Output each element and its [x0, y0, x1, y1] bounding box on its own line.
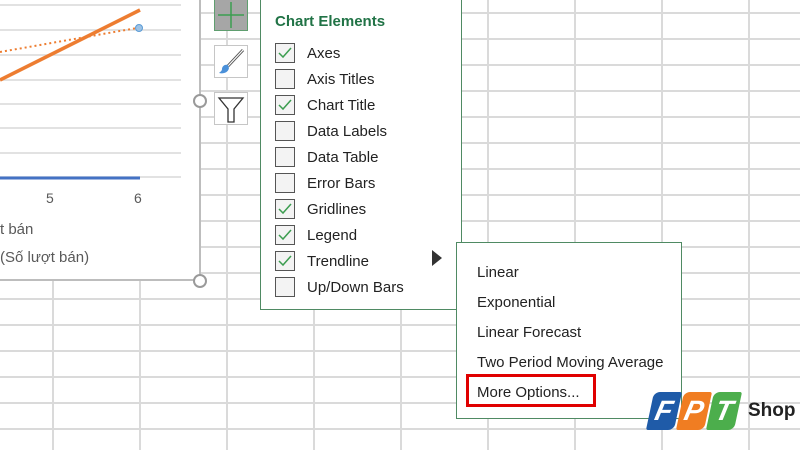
- checkbox[interactable]: [275, 173, 295, 193]
- chart-element-axis-titles[interactable]: Axis Titles: [275, 68, 375, 90]
- chart-element-error-bars[interactable]: Error Bars: [275, 172, 375, 194]
- chart-elements-button[interactable]: [214, 0, 248, 31]
- legend-entry[interactable]: t bán: [0, 221, 33, 238]
- chart-element-chart-title[interactable]: Chart Title: [275, 94, 375, 116]
- checkbox-label: Up/Down Bars: [307, 278, 404, 296]
- checkbox-label: Data Labels: [307, 122, 388, 140]
- menu-item-exponential[interactable]: Exponential: [477, 294, 555, 311]
- chart-element-axes[interactable]: Axes: [275, 42, 340, 64]
- logo-letter: T: [705, 392, 743, 430]
- checkbox-label: Trendline: [307, 252, 369, 270]
- checkbox[interactable]: [275, 199, 295, 219]
- checkbox[interactable]: [275, 43, 295, 63]
- checkmark-icon: [278, 99, 292, 111]
- x-tick-label: 6: [134, 190, 142, 206]
- chart-area[interactable]: 5 6 t bán (Số lượt bán): [0, 0, 201, 281]
- panel-title: Chart Elements: [275, 13, 386, 30]
- menu-item-moving-average[interactable]: Two Period Moving Average: [477, 354, 664, 371]
- checkbox-label: Legend: [307, 226, 358, 244]
- checkmark-icon: [278, 203, 292, 215]
- chart-styles-button[interactable]: [214, 45, 248, 78]
- checkbox-label: Chart Title: [307, 96, 376, 114]
- menu-item-linear[interactable]: Linear: [477, 264, 519, 281]
- plus-icon: [218, 1, 244, 28]
- funnel-icon: [217, 96, 245, 123]
- checkbox[interactable]: [275, 121, 295, 141]
- chart-filters-button[interactable]: [214, 92, 248, 125]
- series-orange-line: [0, 8, 141, 82]
- x-tick-label: 5: [46, 190, 54, 206]
- fpt-shop-logo: F P T Shop: [645, 392, 796, 430]
- checkbox[interactable]: [275, 69, 295, 89]
- resize-handle[interactable]: [193, 274, 207, 288]
- chart-element-data-labels[interactable]: Data Labels: [275, 120, 387, 142]
- chart-element-trendline[interactable]: Trendline: [275, 250, 369, 272]
- selected-point-marker: [135, 24, 143, 32]
- legend-entry[interactable]: (Số lượt bán): [0, 249, 89, 266]
- chart-element-data-table[interactable]: Data Table: [275, 146, 378, 168]
- plot-area: [0, 4, 181, 180]
- checkmark-icon: [278, 229, 292, 241]
- checkbox[interactable]: [275, 277, 295, 297]
- checkbox[interactable]: [275, 225, 295, 245]
- trendline: [0, 27, 138, 53]
- checkbox[interactable]: [275, 95, 295, 115]
- checkbox-label: Gridlines: [307, 200, 367, 218]
- submenu-arrow-icon[interactable]: [432, 250, 442, 266]
- logo-text: Shop: [748, 400, 796, 421]
- checkbox[interactable]: [275, 147, 295, 167]
- checkbox[interactable]: [275, 251, 295, 271]
- chart-element-gridlines[interactable]: Gridlines: [275, 198, 366, 220]
- menu-item-linear-forecast[interactable]: Linear Forecast: [477, 324, 581, 341]
- checkmark-icon: [278, 255, 292, 267]
- paintbrush-icon: [219, 48, 245, 73]
- resize-handle[interactable]: [193, 94, 207, 108]
- highlight-box: [466, 374, 596, 407]
- checkbox-label: Axes: [307, 44, 341, 62]
- checkbox-label: Error Bars: [307, 174, 376, 192]
- checkbox-label: Axis Titles: [307, 70, 375, 88]
- chart-element-legend[interactable]: Legend: [275, 224, 357, 246]
- checkmark-icon: [278, 47, 292, 59]
- chart-element-up-down-bars[interactable]: Up/Down Bars: [275, 276, 404, 298]
- checkbox-label: Data Table: [307, 148, 379, 166]
